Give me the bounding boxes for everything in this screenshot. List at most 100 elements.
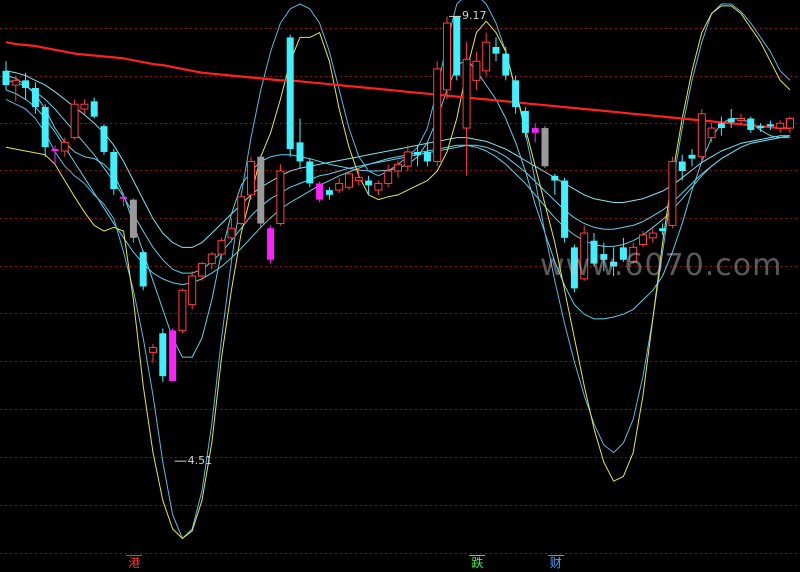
candle-body-80 [786,118,794,129]
candle-16 [159,328,167,382]
candle-77 [757,123,765,132]
candle-body-26 [257,156,265,224]
candle-19 [188,271,197,310]
event-marker-gang: 港 [126,555,143,570]
candle-body-78 [766,124,774,127]
candles [2,16,794,382]
candle-46 [453,16,461,81]
candle-body-36 [354,177,363,182]
candle-body-42 [414,151,422,155]
candle-49 [482,32,491,76]
candle-body-13 [129,199,137,238]
candle-body-5 [51,149,59,152]
candle-34 [335,177,344,193]
candle-44 [433,61,442,167]
candle-12 [120,192,128,207]
candle-body-17 [169,330,177,381]
candle-body-6 [60,141,69,152]
candle-body-46 [453,16,461,76]
high-price-label: 9.17 [462,9,487,23]
candle-37 [365,175,373,195]
candle-body-73 [717,123,725,129]
candle-10 [100,124,108,155]
candle-body-68 [668,160,677,226]
candle-body-37 [365,180,373,186]
candle-body-32 [316,183,324,200]
candle-body-25 [247,160,255,196]
low-price-label: 4.51 [187,454,213,468]
candle-body-22 [217,240,226,255]
candle-45 [443,16,451,100]
candle-body-8 [80,103,89,110]
candle-body-2 [22,80,30,88]
candle-body-45 [443,22,451,91]
candle-75 [737,113,745,125]
candle-78 [766,120,774,130]
candle-70 [688,149,696,167]
candle-body-71 [697,113,706,158]
candle-55 [541,126,549,169]
candle-body-38 [374,182,383,191]
candle-body-77 [757,126,765,129]
event-marker-cai: 财 [547,555,564,570]
candle-body-29 [286,37,294,150]
candle-body-53 [521,110,529,133]
candle-69 [678,154,686,181]
chart-stage: 9.17 4.51 港 跌 财 www.6070.com [0,0,800,572]
candle-31 [306,158,314,188]
candle-body-15 [149,347,157,353]
candle-14 [139,250,147,291]
candle-body-31 [306,161,314,184]
candle-41 [403,145,412,172]
candle-28 [276,164,285,226]
candle-body-27 [267,228,275,260]
candle-body-7 [70,103,79,139]
candle-56 [551,173,559,195]
candle-21 [207,252,216,270]
candle-body-50 [492,46,500,54]
candle-52 [512,75,520,114]
candle-body-3 [31,87,39,108]
candle-22 [217,237,226,260]
candle-body-10 [100,126,108,152]
candle-9 [90,97,98,119]
candle-body-30 [296,142,304,162]
candle-47 [462,42,471,176]
candle-body-23 [227,227,236,239]
candle-body-54 [531,128,539,133]
candle-74 [727,108,735,129]
candle-38 [374,180,383,195]
candle-15 [149,343,157,363]
candle-body-69 [678,161,686,172]
candle-body-21 [207,253,216,265]
candle-32 [316,181,324,203]
candle-33 [325,187,333,200]
candle-body-1 [11,79,20,86]
candle-11 [110,149,118,195]
event-marker-die: 跌 [469,555,486,570]
candle-body-0 [2,70,10,86]
candle-76 [747,116,755,133]
candle-25 [247,156,255,200]
candle-4 [41,104,49,157]
candle-50 [492,37,500,62]
candle-17 [169,328,177,381]
candle-body-14 [139,252,147,287]
candle-body-16 [159,333,167,377]
candle-40 [394,160,402,178]
candle-24 [237,192,246,226]
candle-body-67 [659,228,667,232]
candle-body-24 [237,196,246,225]
candle-body-55 [541,128,549,167]
candle-body-41 [403,151,412,167]
candle-body-40 [394,163,402,172]
candle-7 [70,99,79,140]
candlestick-chart [0,0,800,554]
candle-body-51 [502,53,510,76]
candle-73 [717,116,725,136]
candle-6 [60,137,69,157]
watermark-text: www.6070.com [540,248,783,283]
candle-body-33 [325,190,333,195]
candle-27 [267,225,275,264]
candle-18 [178,288,187,334]
